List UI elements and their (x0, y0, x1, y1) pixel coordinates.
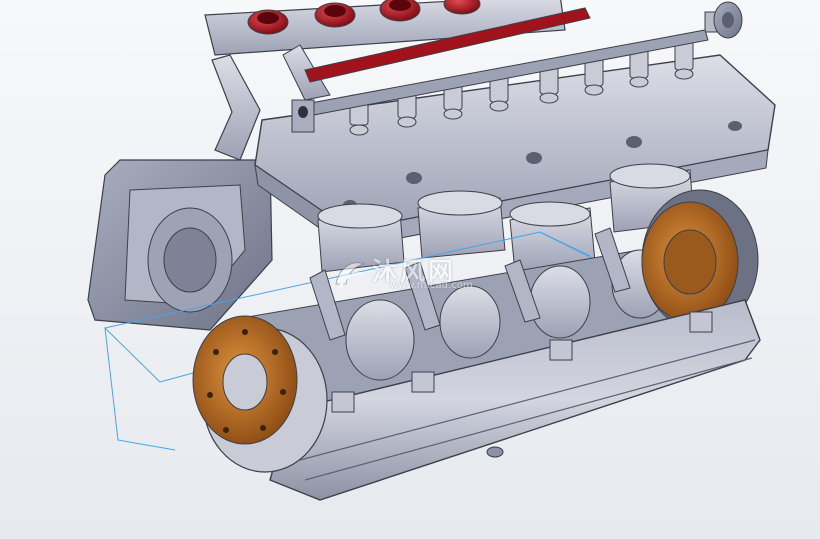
cad-viewport[interactable]: 沐风网 www.mfcad.com (0, 0, 820, 539)
engine-model-render (87, 0, 776, 501)
timing-cover (87, 159, 273, 331)
camshaft-pulley (704, 1, 743, 39)
